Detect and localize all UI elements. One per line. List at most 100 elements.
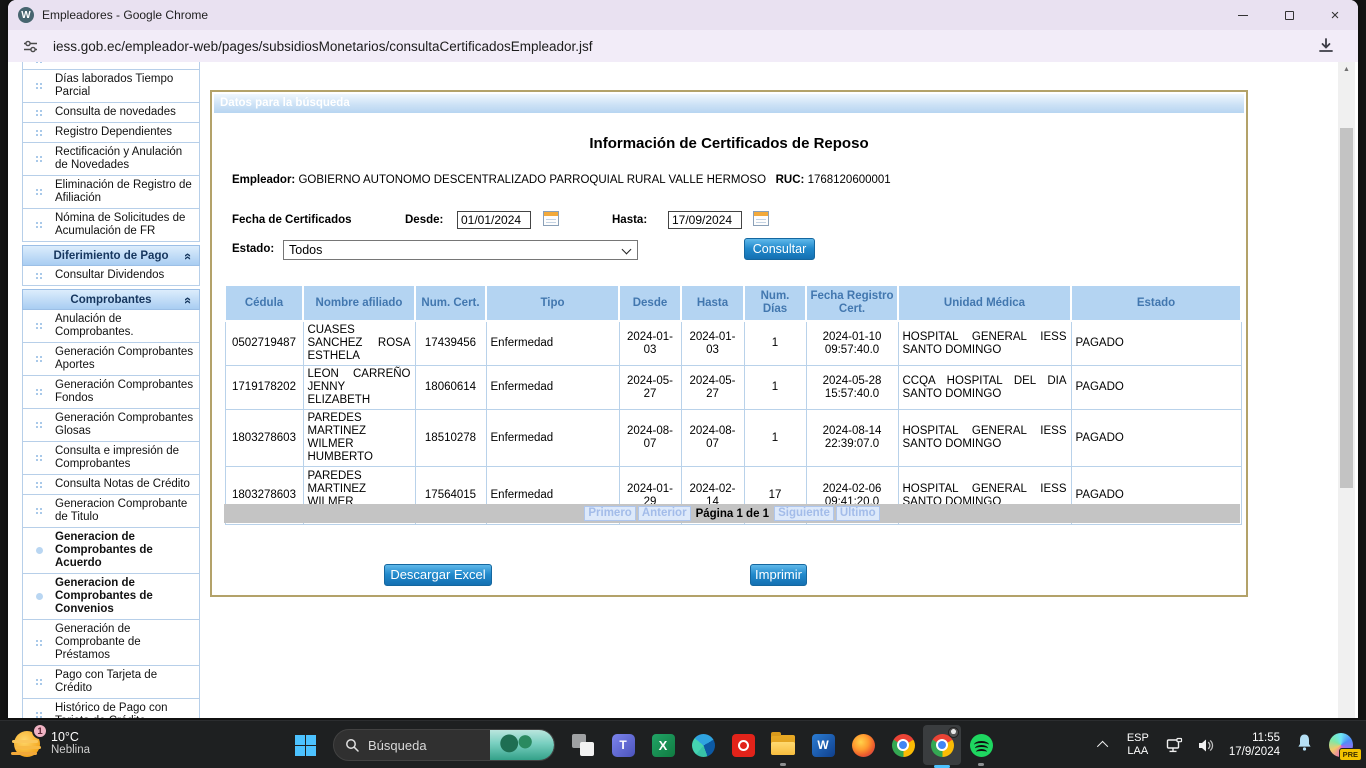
- grip-icon: [23, 420, 55, 430]
- teams-icon: T: [612, 734, 635, 757]
- desde-input[interactable]: [457, 211, 531, 229]
- sidebar-item-comprobantes-convenios[interactable]: Generacion de Comprobantes de Convenios: [22, 573, 200, 620]
- desde-calendar-icon[interactable]: [543, 211, 559, 226]
- grip-icon: [23, 108, 55, 118]
- clock-time: 11:55: [1229, 731, 1280, 745]
- estado-select[interactable]: Todos: [283, 240, 638, 260]
- start-button[interactable]: [285, 721, 325, 768]
- chrome-icon: [892, 734, 915, 757]
- taskbar-search[interactable]: Búsqueda: [333, 729, 555, 761]
- close-button[interactable]: ×: [1312, 0, 1358, 30]
- col-header-estado: Estado: [1071, 285, 1241, 321]
- pagination-first-button[interactable]: Primero: [584, 506, 635, 521]
- task-view-button[interactable]: [563, 721, 603, 768]
- site-info-icon[interactable]: [22, 38, 39, 55]
- sidebar-section-comprobantes[interactable]: Comprobantes «: [22, 289, 200, 310]
- firefox-app-button[interactable]: [843, 721, 883, 768]
- download-icon[interactable]: [1316, 36, 1336, 56]
- grip-icon: [23, 354, 55, 364]
- sidebar-item-comprobante-titulo[interactable]: Generacion Comprobante de Titulo: [22, 494, 200, 528]
- table-header-row: Cédula Nombre afiliado Num. Cert. Tipo D…: [225, 285, 1241, 321]
- page-content: Avisos de Entrada Días laborados Tiempo …: [8, 62, 1358, 718]
- sidebar-item-anulacion-comprobantes[interactable]: Anulación de Comprobantes.: [22, 309, 200, 343]
- chrome-window: W Empleadores - Google Chrome × iess.gob…: [8, 0, 1358, 718]
- sidebar-item-consultar-dividendos[interactable]: Consultar Dividendos: [22, 265, 200, 286]
- scrollbar-up-arrow[interactable]: ▲: [1338, 62, 1355, 77]
- desde-label: Desde:: [405, 214, 443, 226]
- scrollbar-thumb[interactable]: [1340, 128, 1353, 488]
- copilot-button[interactable]: PRE: [1329, 733, 1354, 758]
- grip-icon: [23, 480, 55, 490]
- sidebar-item-notas-credito[interactable]: Consulta Notas de Crédito: [22, 474, 200, 495]
- file-explorer-button[interactable]: [763, 721, 803, 768]
- grip-icon: [23, 677, 55, 687]
- network-icon[interactable]: [1165, 736, 1184, 755]
- tray-overflow-chevron[interactable]: [1091, 741, 1117, 749]
- sidebar-item-generacion-aportes[interactable]: Generación Comprobantes Aportes: [22, 342, 200, 376]
- search-daily-image[interactable]: [490, 729, 554, 761]
- sidebar-item-dias-laborados[interactable]: Días laborados Tiempo Parcial: [22, 69, 200, 103]
- weather-fog-icon: 1: [12, 728, 42, 758]
- pagination-next-button[interactable]: Siguiente: [774, 506, 834, 521]
- chrome-app-button[interactable]: [883, 721, 923, 768]
- excel-app-button[interactable]: X: [643, 721, 683, 768]
- descargar-excel-button[interactable]: Descargar Excel: [384, 564, 492, 586]
- sidebar-item-comprobante-prestamos[interactable]: Generación de Comprobante de Préstamos: [22, 619, 200, 666]
- weather-widget[interactable]: 1 10°C Neblina: [12, 728, 90, 758]
- spotify-icon: [970, 734, 993, 757]
- notification-count-badge: 1: [32, 723, 48, 739]
- chevron-down-icon: [622, 245, 632, 255]
- word-app-button[interactable]: W: [803, 721, 843, 768]
- sidebar-item-consulta-impresion[interactable]: Consulta e impresión de Comprobantes: [22, 441, 200, 475]
- volume-icon[interactable]: [1196, 736, 1215, 755]
- sidebar-item-comprobantes-acuerdo[interactable]: Generacion de Comprobantes de Acuerdo: [22, 527, 200, 574]
- chrome-active-window-button[interactable]: [923, 725, 961, 765]
- pagination-prev-button[interactable]: Anterior: [638, 506, 691, 521]
- sidebar-item-registro-dependientes[interactable]: Registro Dependientes: [22, 122, 200, 143]
- collapse-chevron-icon[interactable]: «: [181, 297, 196, 304]
- col-header-hasta: Hasta: [681, 285, 744, 321]
- spotify-app-button[interactable]: [961, 721, 1001, 768]
- sidebar-item-consulta-novedades[interactable]: Consulta de novedades: [22, 102, 200, 123]
- sidebar-item-eliminacion-registro[interactable]: Eliminación de Registro de Afiliación: [22, 175, 200, 209]
- sidebar-item-historico-pago[interactable]: Histórico de Pago con Tarjeta de Crédito: [22, 698, 200, 718]
- col-header-numdias: Num. Días: [744, 285, 806, 321]
- word-icon: W: [812, 734, 835, 757]
- consultar-button[interactable]: Consultar: [744, 238, 815, 260]
- minimize-button[interactable]: [1220, 0, 1266, 30]
- page-scrollbar[interactable]: ▲: [1338, 62, 1355, 718]
- excel-icon: X: [652, 734, 675, 757]
- weather-condition: Neblina: [51, 744, 90, 756]
- sidebar-item-generacion-glosas[interactable]: Generación Comprobantes Glosas: [22, 408, 200, 442]
- collapse-chevron-icon[interactable]: «: [181, 253, 196, 260]
- sidebar-item-generacion-fondos[interactable]: Generación Comprobantes Fondos: [22, 375, 200, 409]
- hasta-input[interactable]: [668, 211, 742, 229]
- table-row: 0502719487 CUASES SANCHEZ ROSA ESTHELA 1…: [225, 321, 1241, 366]
- running-indicator: [978, 763, 984, 766]
- grip-icon: [23, 453, 55, 463]
- sidebar-section-diferimiento[interactable]: Diferimiento de Pago «: [22, 245, 200, 266]
- notification-bell-icon[interactable]: [1294, 732, 1315, 758]
- language-indicator[interactable]: ESP LAA: [1127, 732, 1149, 758]
- sidebar-item-nomina-solicitudes[interactable]: Nómina de Solicitudes de Acumulación de …: [22, 208, 200, 242]
- edge-icon: [692, 734, 715, 757]
- sidebar-item-rectificacion[interactable]: Rectificación y Anulación de Novedades: [22, 142, 200, 176]
- sidebar-item-pago-tarjeta[interactable]: Pago con Tarjeta de Crédito: [22, 665, 200, 699]
- grip-icon: [23, 187, 55, 197]
- acrobat-app-button[interactable]: [723, 721, 763, 768]
- url-text[interactable]: iess.gob.ec/empleador-web/pages/subsidio…: [53, 39, 1316, 54]
- clock[interactable]: 11:55 17/9/2024: [1229, 731, 1280, 759]
- table-row: 1803278603 PAREDES MARTINEZ WILMER HUMBE…: [225, 410, 1241, 467]
- teams-app-button[interactable]: T: [603, 721, 643, 768]
- edge-app-button[interactable]: [683, 721, 723, 768]
- fecha-certificados-label: Fecha de Certificados: [232, 214, 352, 226]
- maximize-button[interactable]: [1266, 0, 1312, 30]
- imprimir-button[interactable]: Imprimir: [750, 564, 807, 586]
- grip-icon: [23, 387, 55, 397]
- copilot-pre-badge: PRE: [1339, 748, 1362, 761]
- sidebar-menu: Avisos de Entrada Días laborados Tiempo …: [22, 62, 200, 718]
- url-bar[interactable]: iess.gob.ec/empleador-web/pages/subsidio…: [8, 30, 1358, 62]
- hasta-calendar-icon[interactable]: [753, 211, 769, 226]
- window-titlebar: W Empleadores - Google Chrome ×: [8, 0, 1358, 30]
- pagination-last-button[interactable]: Último: [836, 506, 880, 521]
